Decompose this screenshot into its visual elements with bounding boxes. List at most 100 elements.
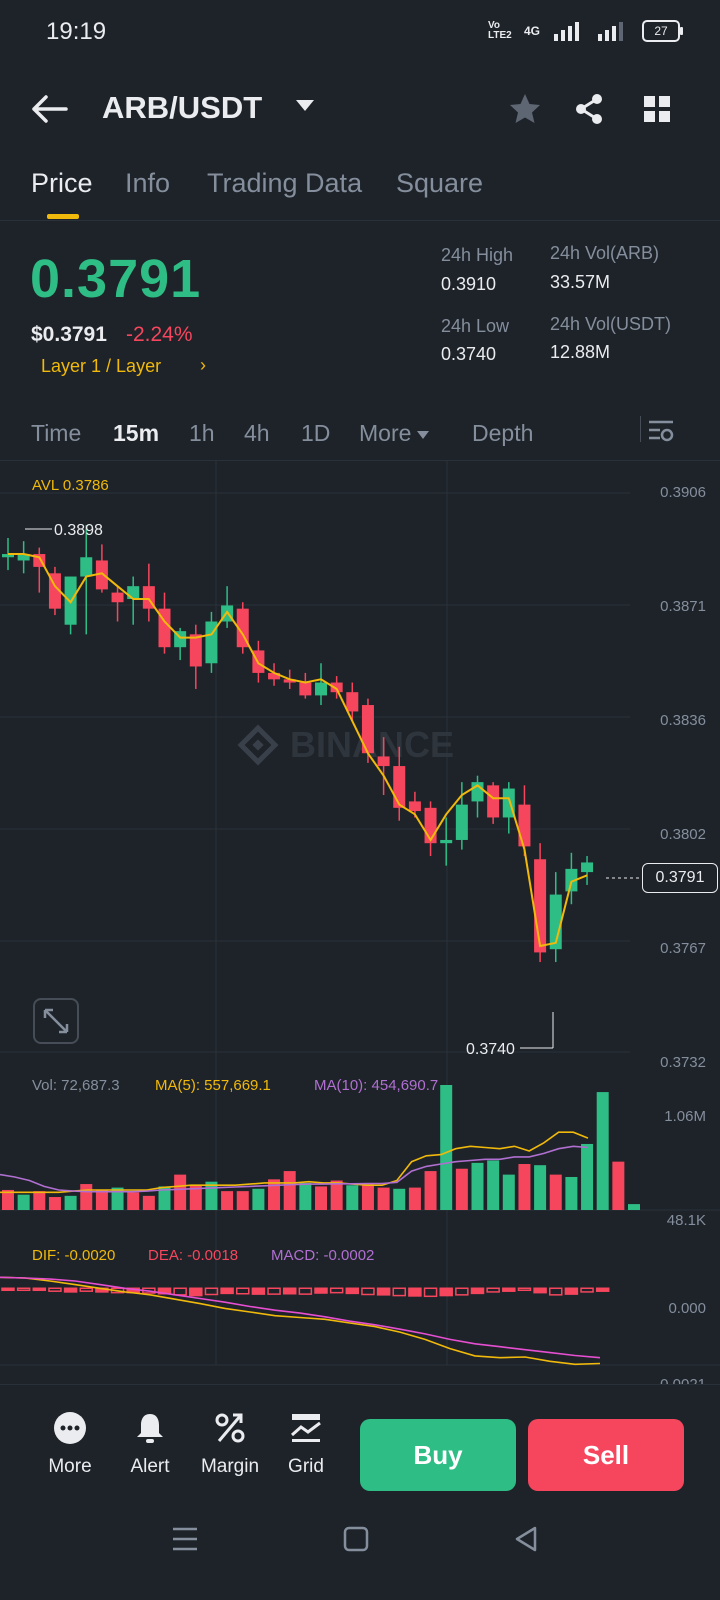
volume-bar: [471, 1162, 484, 1210]
price-chart[interactable]: BINANCE 0.3898 0.3740: [0, 461, 720, 1371]
tf-1d[interactable]: 1D: [301, 420, 330, 447]
tf-4h[interactable]: 4h: [244, 420, 270, 447]
battery-level: 27: [654, 24, 668, 38]
volume-bar: [581, 1143, 594, 1210]
tab-square[interactable]: Square: [396, 168, 483, 199]
macd-bar: [298, 1287, 313, 1295]
volume-ma5-line: [0, 1131, 589, 1194]
back-arrow-icon[interactable]: [30, 94, 70, 124]
tab-trading-data[interactable]: Trading Data: [207, 168, 362, 199]
macd-bar: [549, 1287, 563, 1296]
status-icons: Vo LTE2 4G 27: [488, 20, 683, 42]
tf-15m[interactable]: 15m: [113, 420, 159, 447]
tf-1h[interactable]: 1h: [189, 420, 215, 447]
high-value: 0.3910: [441, 274, 497, 294]
margin-label: Margin: [200, 1456, 260, 1477]
tf-more-label: More: [359, 420, 412, 446]
avl-label: AVL 0.3786: [32, 477, 109, 494]
volume-axis-tick: 48.1K: [666, 1212, 706, 1229]
candle: [189, 634, 202, 667]
margin-button[interactable]: Margin: [195, 1411, 265, 1478]
pair-title[interactable]: ARB/USDT: [102, 90, 262, 126]
low-label: 24h Low: [441, 316, 510, 336]
system-nav-bar: [0, 1504, 720, 1600]
macd-bar: [517, 1287, 532, 1292]
menu-icon[interactable]: [170, 1524, 200, 1554]
buy-button[interactable]: Buy: [360, 1419, 516, 1491]
caret-down-icon[interactable]: [296, 100, 314, 111]
star-icon[interactable]: [506, 90, 544, 128]
volume-bar: [502, 1174, 515, 1210]
tf-more[interactable]: More: [359, 420, 430, 447]
more-icon: [54, 1412, 86, 1444]
status-time: 19:19: [46, 18, 107, 45]
candle: [487, 785, 500, 818]
price-axis-tick: 0.3871: [660, 598, 706, 615]
bottom-action-bar: More Alert Margin Grid Buy Sell: [0, 1384, 720, 1495]
volume-bar: [283, 1171, 296, 1210]
candle: [346, 692, 359, 712]
volume-ma10-label: MA(10): 454,690.7: [314, 1077, 439, 1094]
expand-chart-button[interactable]: [33, 998, 79, 1044]
macd-bar: [189, 1287, 203, 1297]
back-icon[interactable]: [511, 1524, 541, 1554]
volume-bar: [393, 1188, 406, 1210]
macd-bar: [470, 1287, 485, 1295]
tab-indicator: [47, 214, 79, 219]
price-axis-tick: 0.3802: [660, 826, 706, 843]
tf-depth[interactable]: Depth: [472, 420, 533, 447]
macd-bar: [16, 1287, 31, 1292]
volume-bar: [252, 1188, 265, 1210]
category-link[interactable]: Layer 1 / Layer: [41, 356, 161, 377]
macd-bar: [408, 1287, 422, 1297]
tab-bar: Price Info Trading Data Square: [0, 156, 720, 221]
grid-button[interactable]: Grid: [271, 1411, 341, 1478]
volume-bar: [534, 1165, 547, 1210]
volume-bar: [455, 1168, 468, 1210]
home-icon[interactable]: [341, 1524, 371, 1554]
high-label: 24h High: [441, 245, 514, 265]
vol-base-value: 33.57M: [550, 272, 611, 292]
network-label: 4G: [523, 24, 540, 38]
alert-button[interactable]: Alert: [115, 1411, 185, 1478]
macd-bar: [1, 1287, 15, 1292]
volume-bar: [64, 1195, 77, 1210]
volume-bar: [127, 1192, 140, 1210]
macd-bar: [502, 1287, 516, 1292]
status-bar: 19:19 Vo LTE2 4G 27: [0, 0, 720, 64]
price-axis-tick: 0.3767: [660, 940, 706, 957]
volume-bar: [95, 1189, 108, 1210]
candle: [455, 804, 468, 840]
macd-bar: [392, 1287, 406, 1297]
macd-value-label: MACD: -0.0002: [271, 1247, 375, 1264]
sell-button[interactable]: Sell: [528, 1419, 684, 1491]
volume-bar: [440, 1085, 453, 1210]
candle: [111, 592, 124, 603]
candle: [408, 801, 421, 812]
price-axis-tick: 0.3836: [660, 712, 706, 729]
macd-bar: [533, 1287, 547, 1294]
macd-bar: [423, 1287, 438, 1298]
usd-price: $0.3791: [31, 323, 107, 346]
alert-label: Alert: [130, 1456, 170, 1477]
vol-quote-label: 24h Vol(USDT): [550, 314, 672, 334]
macd-bar: [439, 1287, 453, 1297]
vol-base-label: 24h Vol(ARB): [550, 243, 660, 263]
candle: [534, 859, 547, 953]
grid-trade-icon: [291, 1414, 321, 1442]
current-price-tag: 0.3791: [642, 863, 718, 893]
chevron-right-icon[interactable]: ›: [200, 355, 206, 376]
more-button[interactable]: More: [35, 1411, 105, 1478]
chart-settings-icon[interactable]: [646, 416, 676, 446]
candle: [393, 766, 406, 808]
candle: [127, 586, 140, 600]
share-icon[interactable]: [570, 90, 608, 128]
tf-time[interactable]: Time: [31, 420, 81, 447]
tab-info[interactable]: Info: [125, 168, 170, 199]
volume-bar: [549, 1174, 562, 1210]
tab-price[interactable]: Price: [31, 168, 93, 199]
candle: [581, 862, 594, 873]
volume-bar: [315, 1186, 327, 1210]
grid-icon[interactable]: [638, 90, 676, 128]
volume-bar: [221, 1191, 234, 1210]
